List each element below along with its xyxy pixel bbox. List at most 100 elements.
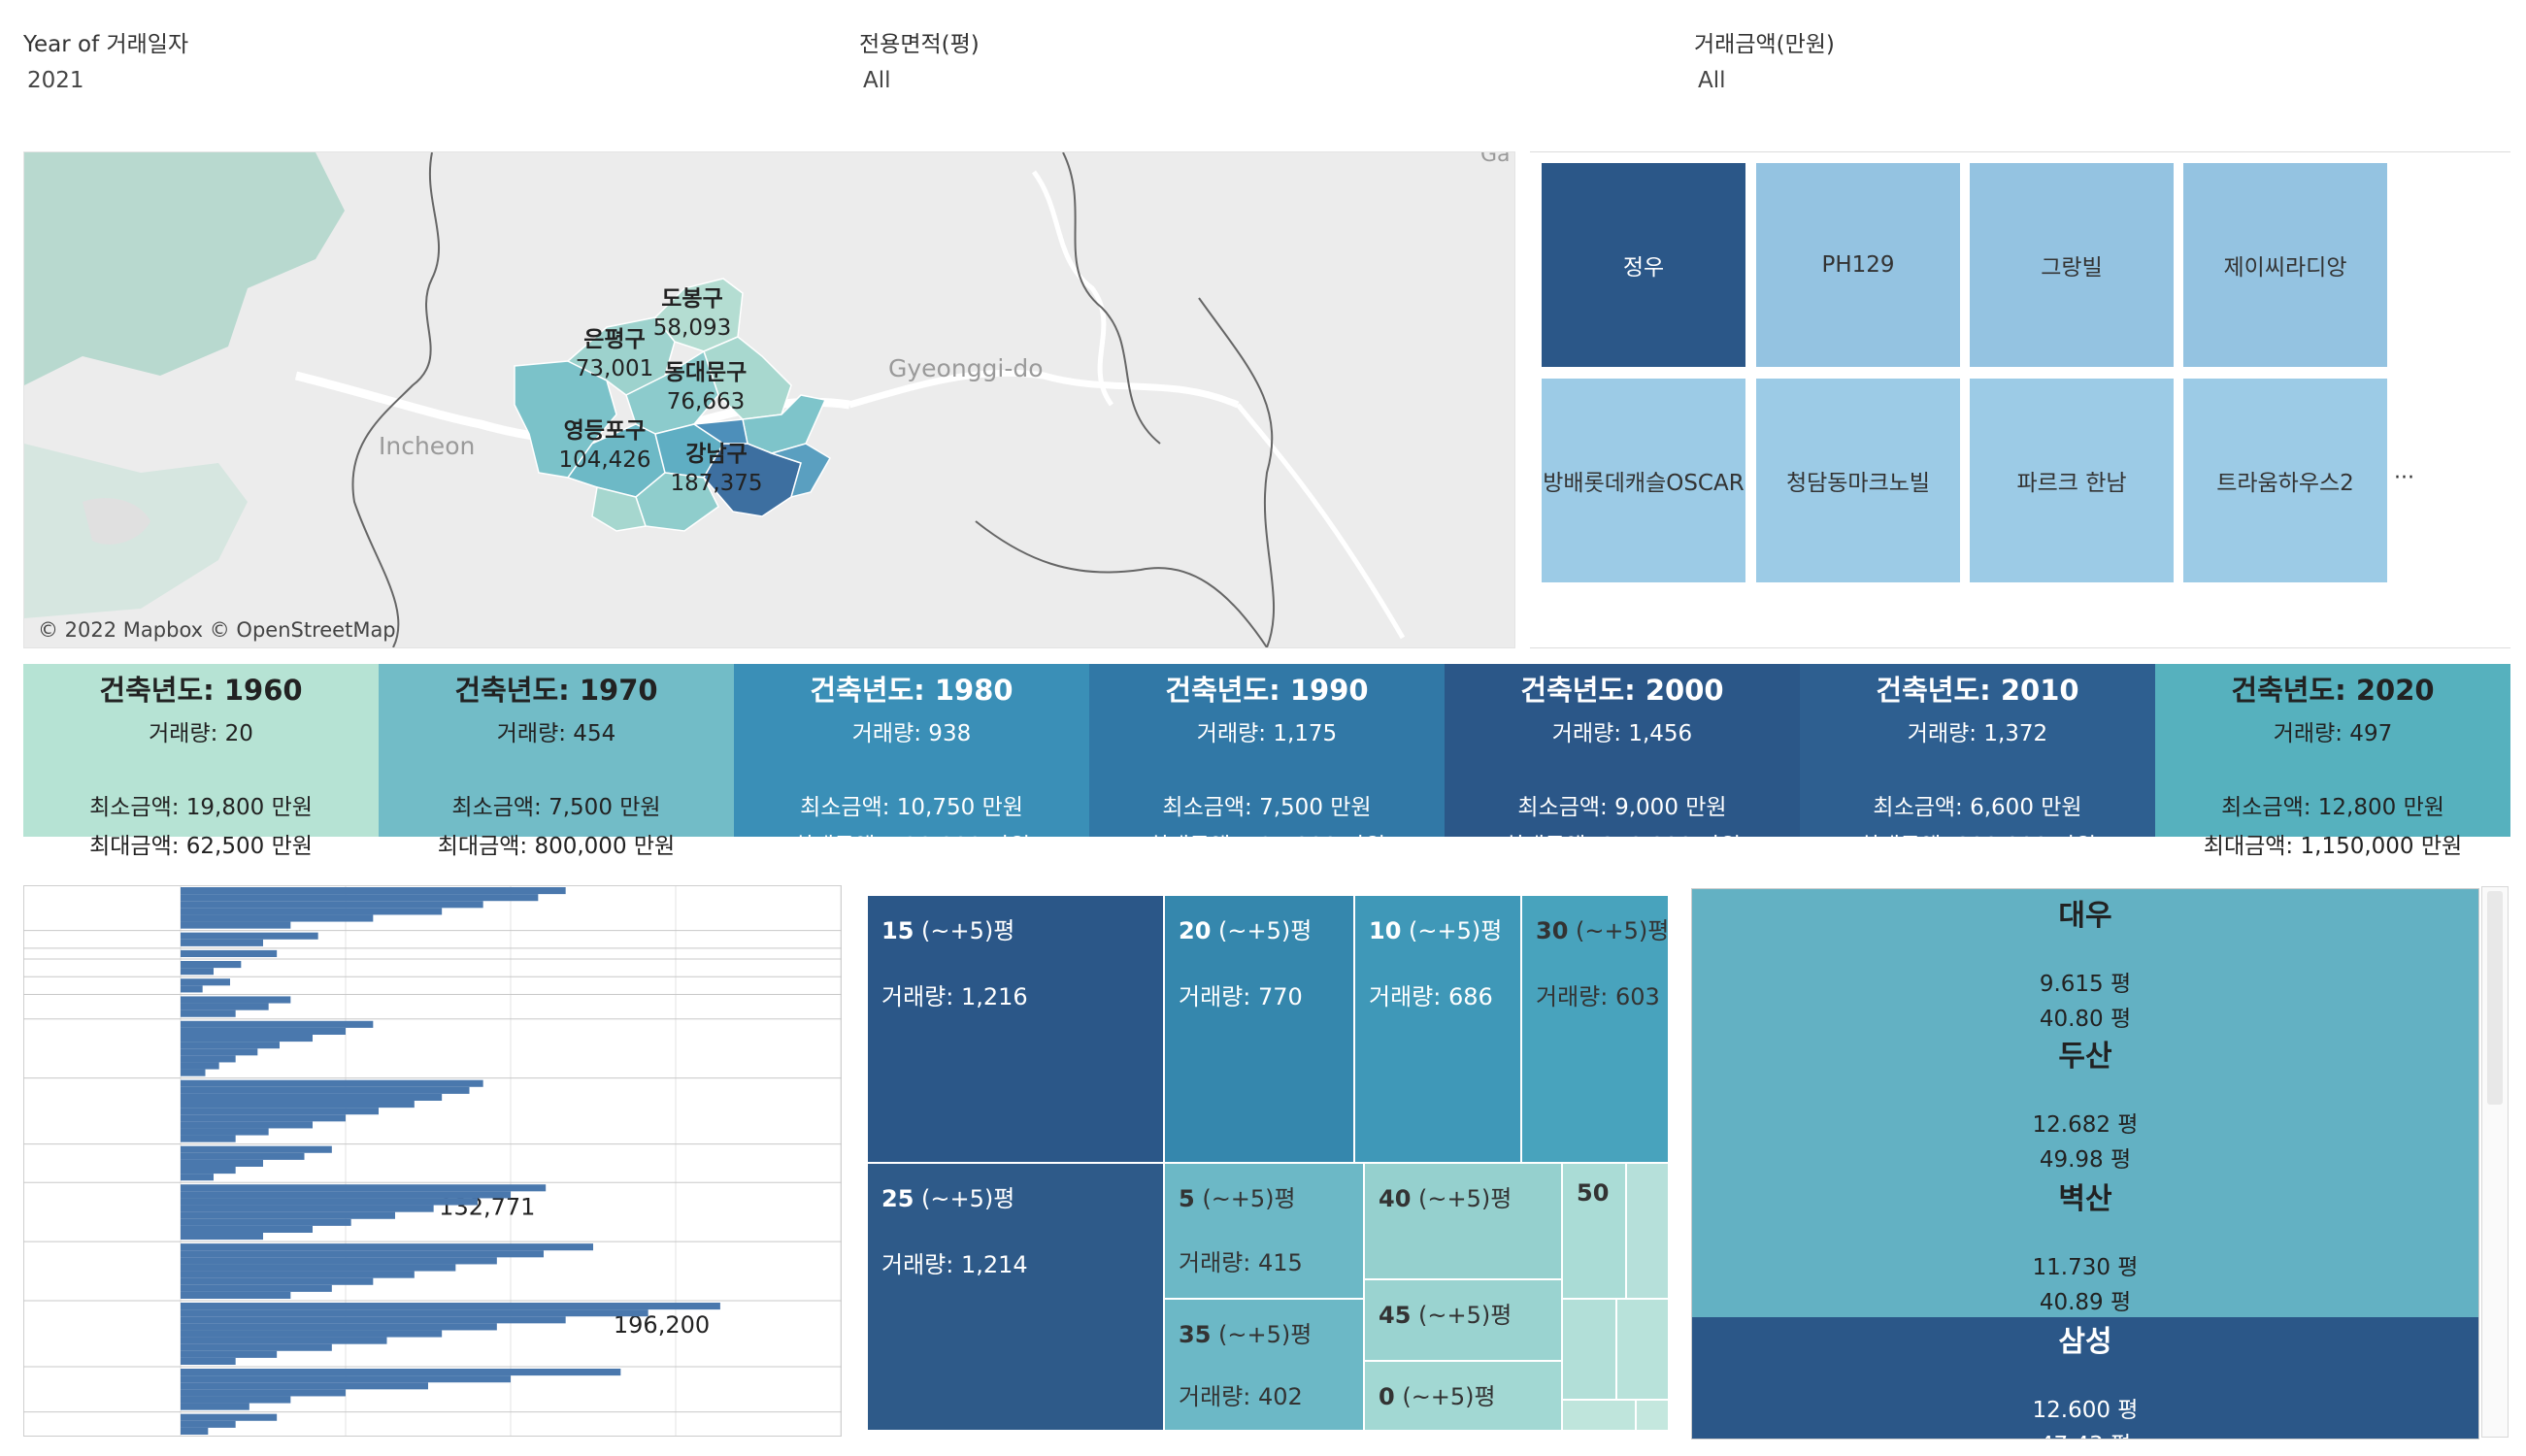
bar — [181, 1375, 511, 1383]
bar — [181, 1069, 206, 1076]
build-year-cell[interactable]: 건축년도: 2020 거래량: 497 최소금액: 12,800 만원 최대금액… — [2155, 664, 2510, 859]
size-tile-count: 거래량: 1,214 — [881, 1251, 1028, 1278]
size-tile-count: 거래량: 686 — [1369, 983, 1493, 1010]
district-name: 동대문구 — [664, 360, 748, 385]
build-year-cell[interactable]: 건축년도: 1980 거래량: 938 최소금액: 10,750 만원 최대금액… — [734, 664, 1089, 859]
builder-list[interactable]: 대우 9.615 평 40.80 평 두산 12.682 평 49.98 평 벽… — [1691, 888, 2479, 1439]
build-year-max: 최대금액: 1,150,000 만원 — [2203, 834, 2463, 859]
build-year-count: 거래량: 1,372 — [1907, 721, 2048, 746]
apartment-tile[interactable]: PH129 — [1756, 163, 1960, 367]
district-name: 강남구 — [685, 442, 748, 467]
build-year-max: 최대금액: 62,500 만원 — [89, 834, 313, 859]
map-background — [24, 152, 1406, 647]
size-tile-10[interactable]: 10 (~+5)평 거래량: 686 — [1354, 895, 1521, 1163]
map-copyright[interactable]: © 2022 Mapbox © OpenStreetMap — [38, 618, 396, 642]
filter-area[interactable]: 전용면적(평) All — [859, 25, 980, 93]
build-year-count: 거래량: 497 — [2273, 721, 2393, 746]
filter-year[interactable]: Year of 거래일자 2021 — [23, 25, 188, 93]
bar — [181, 1403, 249, 1410]
filter-year-value[interactable]: 2021 — [23, 68, 188, 93]
builder-scrollbar[interactable] — [2481, 886, 2509, 1438]
size-tile-0[interactable]: 0 (~+5)평 — [1364, 1361, 1562, 1431]
build-year-max: 최대금액: 850,000 만원 — [1503, 834, 1742, 859]
build-year-cell[interactable]: 건축년도: 2000 거래량: 1,456 최소금액: 9,000 만원 최대금… — [1445, 664, 1800, 859]
apartment-tile[interactable]: 파르크 한남 — [1970, 379, 2174, 582]
size-tile-small[interactable] — [1562, 1400, 1636, 1431]
build-year-cell[interactable]: 건축년도: 1990 거래량: 1,175 최소금액: 7,500 만원 최대금… — [1089, 664, 1445, 859]
size-tile-5[interactable]: 5 (~+5)평 거래량: 415 — [1164, 1163, 1364, 1299]
bar — [181, 985, 203, 993]
build-year-cell[interactable]: 건축년도: 1960 거래량: 20 최소금액: 19,800 만원 최대금액:… — [23, 664, 379, 859]
district-name: 영등포구 — [563, 418, 647, 444]
apartment-tile[interactable]: 트라움하우스2 — [2183, 379, 2387, 582]
build-year-count: 거래량: 454 — [496, 721, 616, 746]
size-tile-50[interactable]: 50 — [1562, 1163, 1626, 1299]
size-tile-label: 35 — [1179, 1321, 1212, 1348]
bar — [181, 1243, 593, 1251]
size-tile-small[interactable] — [1636, 1400, 1669, 1431]
size-tile-20[interactable]: 20 (~+5)평 거래량: 770 — [1164, 895, 1354, 1163]
build-year-max: 최대금액: 425,000 만원 — [1147, 834, 1386, 859]
size-tile-label: 15 — [881, 917, 914, 944]
bar — [181, 921, 291, 929]
size-tile-small[interactable] — [1616, 1299, 1669, 1400]
filter-area-value[interactable]: All — [859, 68, 980, 93]
filter-area-title: 전용면적(평) — [859, 32, 980, 57]
district-value: 104,426 — [558, 447, 651, 473]
bar — [181, 1303, 720, 1310]
filter-price[interactable]: 거래금액(만원) All — [1694, 25, 1835, 93]
build-year-max: 최대금액: 800,000 만원 — [1858, 834, 2097, 859]
size-tile-suffix: (~+5)평 — [914, 1185, 1015, 1212]
builder-value-1: 12.600 평 — [2032, 1398, 2139, 1423]
size-tile-suffix: (~+5)평 — [1211, 1321, 1313, 1348]
bar — [181, 914, 374, 922]
builder-section[interactable]: 두산 12.682 평 49.98 평 — [1692, 1032, 2478, 1175]
size-tile-count: 거래량: 603 — [1536, 983, 1660, 1010]
build-year-max: 최대금액: 720,000 만원 — [792, 834, 1031, 859]
bar — [181, 1382, 428, 1390]
size-tile-35[interactable]: 35 (~+5)평 거래량: 402 — [1164, 1299, 1364, 1431]
bar — [181, 1128, 269, 1136]
district-name: 은평구 — [583, 327, 646, 352]
size-tile-30[interactable]: 30 (~+5)평 거래량: 603 — [1521, 895, 1669, 1163]
bar — [181, 961, 242, 969]
district-value: 187,375 — [670, 471, 763, 496]
apartment-tile[interactable]: 제이씨라디앙 — [2183, 163, 2387, 367]
size-tile-label: 50 — [1577, 1179, 1610, 1207]
bar — [181, 1427, 209, 1435]
size-tile-25[interactable]: 25 (~+5)평 거래량: 1,214 — [867, 1163, 1164, 1431]
build-year-cell[interactable]: 건축년도: 2010 거래량: 1,372 최소금액: 6,600 만원 최대금… — [1800, 664, 2155, 859]
builder-section[interactable]: 삼성 12.600 평 47.43 평 — [1692, 1317, 2478, 1439]
bar — [181, 978, 230, 986]
size-tile-40[interactable]: 40 (~+5)평 — [1364, 1163, 1562, 1279]
seoul-district-map[interactable]: Incheon Gyeonggi-do Ga 도봉구 58,093 은평구 73… — [23, 151, 1515, 648]
transaction-bar-chart[interactable]: 132,771 196,200 — [23, 885, 842, 1438]
scrollbar-thumb[interactable] — [2487, 891, 2503, 1105]
size-tile-suffix: (~+5)평 — [1568, 917, 1670, 944]
district-value: 58,093 — [652, 315, 732, 341]
size-tile-45[interactable]: 45 (~+5)평 — [1364, 1279, 1562, 1361]
bar — [181, 1009, 236, 1017]
size-tile-small[interactable] — [1626, 1163, 1669, 1299]
size-tile-suffix: (~+5)평 — [1411, 1185, 1512, 1212]
bar — [181, 1277, 374, 1285]
filter-price-value[interactable]: All — [1694, 68, 1835, 93]
bar — [181, 1264, 456, 1272]
builder-section[interactable]: 벽산 11.730 평 40.89 평 — [1692, 1175, 2478, 1317]
bar — [181, 1257, 497, 1265]
apartment-tile[interactable]: 그랑빌 — [1970, 163, 2174, 367]
build-year-cell[interactable]: 건축년도: 1970 거래량: 454 최소금액: 7,500 만원 최대금액:… — [379, 664, 734, 859]
builder-name: 벽산 — [2058, 1182, 2112, 1216]
bar-chart-svg: 132,771196,200 — [23, 885, 842, 1438]
size-tile-small[interactable] — [1562, 1299, 1616, 1400]
size-tile-count: 거래량: 402 — [1179, 1383, 1303, 1410]
bar — [181, 1048, 258, 1056]
apartment-tile[interactable]: 방배롯데캐슬OSCAR — [1542, 379, 1745, 582]
apartment-tile[interactable]: 정우 — [1542, 163, 1745, 367]
bar — [181, 1020, 374, 1028]
size-tile-15[interactable]: 15 (~+5)평 거래량: 1,216 — [867, 895, 1164, 1163]
bar — [181, 1159, 263, 1167]
builder-section[interactable]: 대우 9.615 평 40.80 평 — [1692, 889, 2478, 1032]
bar — [181, 1343, 332, 1351]
apartment-tile[interactable]: 청담동마크노빌 — [1756, 379, 1960, 582]
